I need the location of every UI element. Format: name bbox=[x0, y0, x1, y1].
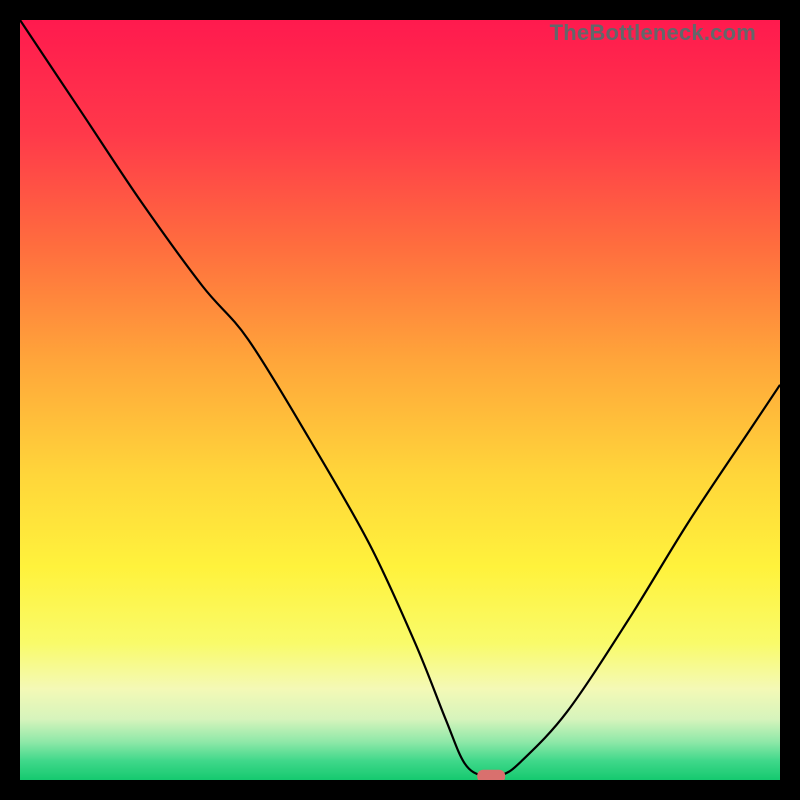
watermark-text: TheBottleneck.com bbox=[550, 20, 756, 46]
chart-canvas bbox=[20, 20, 780, 780]
gradient-background bbox=[20, 20, 780, 780]
optimal-marker bbox=[477, 770, 505, 780]
chart-frame: TheBottleneck.com bbox=[20, 20, 780, 780]
